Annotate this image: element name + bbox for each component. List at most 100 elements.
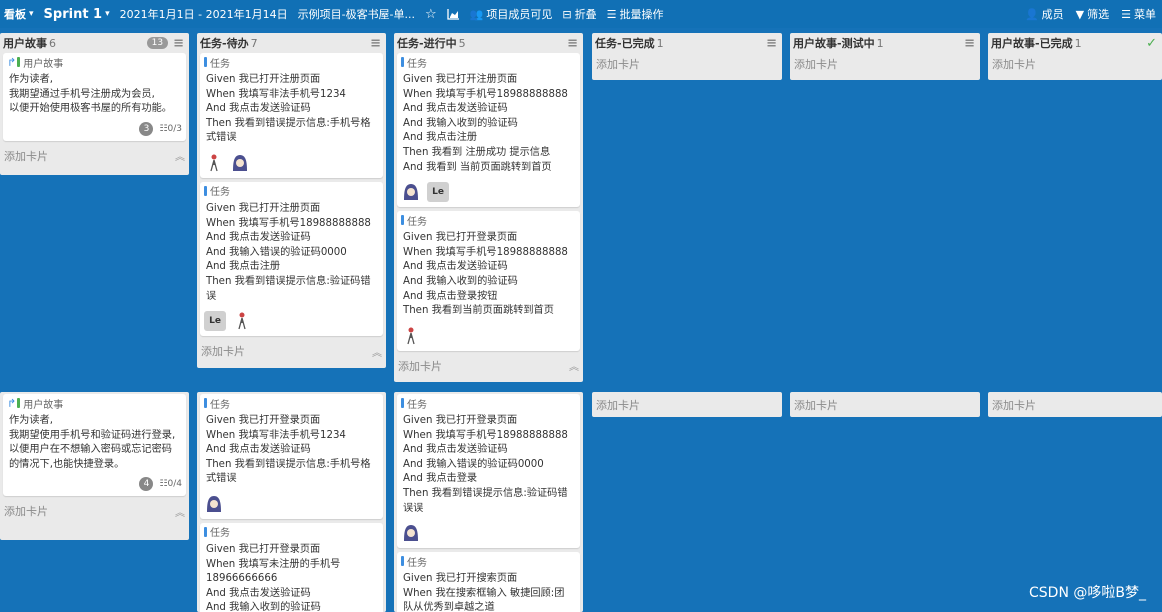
sprint-label: Sprint 1: [43, 6, 103, 22]
add-card-button[interactable]: 添加卡片: [790, 394, 980, 416]
add-card-label: 添加卡片: [794, 58, 838, 71]
add-card-label: 添加卡片: [794, 399, 838, 412]
date-range: 2021年1月1日 - 2021年1月14日: [119, 8, 288, 21]
column-user-stories-row2: ↱ 用户故事 作为读者, 我期望使用手机号和验证码进行登录, 以便用户在不想输入…: [0, 392, 189, 540]
add-card-button[interactable]: 添加卡片 ︽: [0, 500, 189, 522]
task-card[interactable]: 任务 Given 我已打开注册页面 When 我填写非法手机号1234 And …: [200, 53, 383, 178]
column-user-stories: 用户故事 6 13 ≡ ↱ 用户故事 作为读者, 我期望通过手机号注册成为会员,…: [0, 33, 189, 175]
add-card-button[interactable]: 添加卡片 ︽: [0, 145, 189, 167]
task-card[interactable]: 任务 Given 我已打开登录页面 When 我填写未注册的手机号 189666…: [200, 522, 383, 612]
add-card-button[interactable]: 添加卡片: [790, 53, 980, 75]
avatar-figure-icon: [238, 312, 246, 330]
collapse-icon[interactable]: ︽: [569, 358, 579, 373]
task-card[interactable]: 任务 Given 我已打开登录页面 When 我填写手机号18988888888…: [397, 394, 580, 549]
type-marker: [204, 398, 207, 408]
add-card-button[interactable]: 添加卡片 ︽: [394, 355, 583, 377]
story-card[interactable]: ↱ 用户故事 作为读者, 我期望通过手机号注册成为会员, 以便开始使用极客书屋的…: [3, 53, 186, 141]
column-story-testing: 用户故事-测试中 1 ≡ 添加卡片: [790, 33, 980, 80]
task-card[interactable]: 任务 Given 我已打开登录页面 When 我填写手机号18988888888…: [397, 211, 580, 351]
column-task-doing: 任务-进行中 5 ≡ 任务 Given 我已打开注册页面 When 我填写手机号…: [394, 33, 583, 382]
column-menu-icon[interactable]: ≡: [370, 37, 381, 50]
column-task-todo: 任务-待办 7 ≡ 任务 Given 我已打开注册页面 When 我填写非法手机…: [197, 33, 386, 368]
card-type-label: 任务: [210, 399, 230, 411]
card-type-label: 用户故事: [23, 399, 64, 411]
add-card-button[interactable]: 添加卡片: [592, 53, 782, 75]
column-story-testing-row2: 添加卡片: [790, 392, 980, 417]
column-task-done: 任务-已完成 1 ≡ 添加卡片: [592, 33, 782, 80]
avatar-hood-icon: [404, 184, 418, 201]
column-header: 任务-进行中 5 ≡: [394, 33, 583, 53]
checklist-progress: 0/3: [167, 123, 182, 134]
add-card-button[interactable]: 添加卡片: [988, 394, 1162, 416]
type-marker: [204, 57, 207, 67]
users-icon: 👥: [469, 7, 484, 21]
story-card[interactable]: ↱ 用户故事 作为读者, 我期望使用手机号和验证码进行登录, 以便用户在不想输入…: [3, 394, 186, 497]
checklist-icon: ☷: [159, 479, 168, 490]
menu-label: 菜单: [1134, 8, 1156, 21]
column-title: 用户故事-已完成: [991, 37, 1073, 50]
card-type: 任务: [401, 554, 576, 569]
card-type: 任务: [401, 396, 576, 411]
share-icon: ↱: [7, 396, 17, 410]
card-text: Given 我已打开登录页面 When 我填写手机号18988888888 An…: [403, 232, 568, 317]
column-story-done: 用户故事-已完成 1 ✓ 添加卡片: [988, 33, 1162, 80]
view-switcher[interactable]: 看板 ▾: [4, 6, 34, 22]
filter-button[interactable]: ▼ 筛选: [1076, 6, 1109, 22]
column-menu-icon[interactable]: ≡: [766, 37, 777, 50]
task-card[interactable]: 任务 Given 我已打开登录页面 When 我填写非法手机号1234 And …: [200, 394, 383, 519]
task-card[interactable]: 任务 Given 我已打开注册页面 When 我填写手机号18988888888…: [200, 181, 383, 337]
project-name[interactable]: 示例项目-极客书屋-单...: [298, 6, 415, 22]
avatar: Le: [204, 311, 226, 332]
members-button[interactable]: 👤 成员: [1025, 6, 1064, 22]
column-header: 用户故事 6 13 ≡: [0, 33, 189, 53]
add-card-label: 添加卡片: [201, 345, 245, 359]
fold-button[interactable]: ⊟ 折叠: [562, 6, 596, 22]
card-footer: 4 ☷ 0/4: [7, 476, 182, 492]
add-card-button[interactable]: 添加卡片: [988, 53, 1162, 75]
filter-label: 筛选: [1087, 8, 1110, 21]
add-card-button[interactable]: 添加卡片 ︽: [197, 340, 386, 362]
batch-label: 批量操作: [619, 8, 664, 21]
column-header: 任务-待办 7 ≡: [197, 33, 386, 53]
card-type-label: 任务: [210, 528, 230, 540]
card-footer: [401, 522, 576, 544]
card-type: 任务: [204, 184, 379, 198]
type-marker: [401, 556, 404, 567]
column-count: 1: [656, 36, 664, 50]
menu-button[interactable]: ☰ 菜单: [1121, 6, 1156, 22]
column-header: 用户故事-已完成 1 ✓: [988, 33, 1162, 53]
visibility-button[interactable]: 👥 项目成员可见: [470, 6, 553, 22]
collapse-icon[interactable]: ︽: [372, 344, 382, 359]
chart-icon[interactable]: [447, 8, 460, 20]
card-type-label: 任务: [210, 187, 230, 199]
column-menu-icon[interactable]: ≡: [567, 37, 578, 50]
column-menu-icon[interactable]: ≡: [964, 37, 975, 50]
card-type: 任务: [204, 396, 379, 411]
avatar-figure-icon: [407, 327, 415, 344]
card-type: 任务: [401, 55, 576, 70]
collapse-icon[interactable]: ︽: [175, 504, 185, 519]
card-footer: [204, 152, 379, 174]
type-marker: [17, 57, 21, 67]
column-count: 7: [250, 36, 258, 50]
collapse-icon[interactable]: ︽: [175, 148, 185, 163]
batch-button[interactable]: ☰ 批量操作: [607, 6, 664, 22]
column-count: 5: [458, 36, 466, 50]
type-marker: [401, 398, 404, 408]
add-card-button[interactable]: 添加卡片: [592, 394, 782, 416]
task-card[interactable]: 任务 Given 我已打开搜索页面 When 我在搜索框输入 敏捷回顾:团队从优…: [397, 552, 580, 612]
card-text: Given 我已打开注册页面 When 我填写手机号18988888888 An…: [403, 74, 568, 173]
card-footer: [401, 325, 576, 347]
column-task-doing-row2: 任务 Given 我已打开登录页面 When 我填写手机号18988888888…: [394, 392, 583, 612]
sprint-selector[interactable]: Sprint 1 ▾: [44, 7, 110, 22]
task-card[interactable]: 任务 Given 我已打开注册页面 When 我填写手机号18988888888…: [397, 53, 580, 208]
add-card-label: 添加卡片: [4, 505, 48, 519]
star-icon[interactable]: ☆: [425, 7, 437, 22]
user-icon: 👤: [1024, 7, 1039, 21]
card-text: Given 我已打开登录页面 When 我填写手机号18988888888 An…: [403, 415, 568, 514]
card-type-label: 任务: [407, 216, 427, 228]
column-header: 用户故事-测试中 1 ≡: [790, 33, 980, 53]
add-card-label: 添加卡片: [398, 359, 442, 373]
column-menu-icon[interactable]: ≡: [173, 37, 184, 50]
checklist-progress: 0/4: [167, 479, 182, 490]
